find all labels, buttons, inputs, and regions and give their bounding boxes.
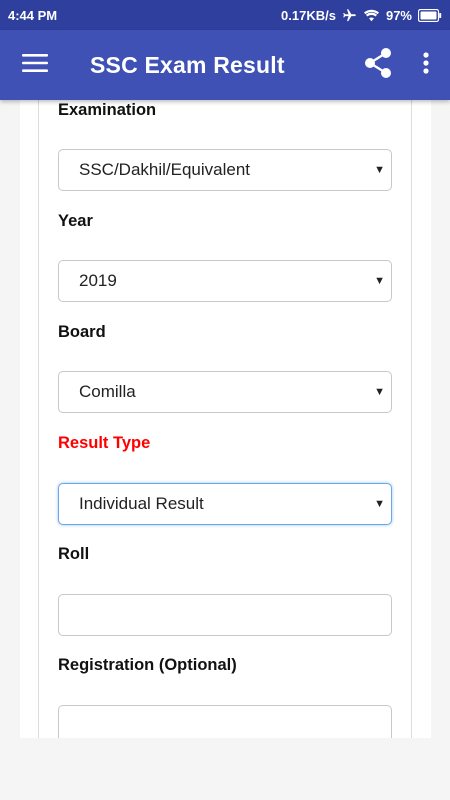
menu-button[interactable] xyxy=(0,30,70,100)
result-type-label: Result Type xyxy=(58,434,151,452)
status-indicators: 0.17KB/s 97% xyxy=(281,8,442,23)
net-speed: 0.17KB/s xyxy=(281,7,336,23)
examination-value: SSC/Dakhil/Equivalent xyxy=(79,160,251,179)
form-content: Examination SSC/Dakhil/Equivalent ▼ Year… xyxy=(0,100,450,738)
bottom-blank-area xyxy=(0,738,450,800)
chevron-down-icon: ▼ xyxy=(374,386,385,398)
share-button[interactable] xyxy=(350,30,406,100)
result-type-select[interactable]: Individual Result ▼ xyxy=(58,483,392,525)
roll-label: Roll xyxy=(58,545,90,563)
battery-percent: 97% xyxy=(385,7,412,23)
battery-icon xyxy=(418,8,442,22)
registration-label: Registration (Optional) xyxy=(58,656,237,674)
chevron-down-icon: ▼ xyxy=(374,164,385,176)
status-time: 4:44 PM xyxy=(8,7,58,23)
more-options-button[interactable] xyxy=(406,30,446,100)
year-value: 2019 xyxy=(79,271,117,290)
page-title: SSC Exam Result xyxy=(90,51,285,78)
form-panel xyxy=(38,100,412,738)
examination-label: Examination xyxy=(58,101,157,119)
board-value: Comilla xyxy=(79,382,136,401)
board-select[interactable]: Comilla ▼ xyxy=(58,371,392,413)
year-label: Year xyxy=(58,212,93,230)
registration-input[interactable] xyxy=(58,705,392,738)
wifi-icon xyxy=(363,8,380,22)
share-icon xyxy=(363,47,393,84)
chevron-down-icon: ▼ xyxy=(374,275,385,287)
roll-input[interactable] xyxy=(58,594,392,636)
app-bar: SSC Exam Result xyxy=(0,30,450,100)
examination-select[interactable]: SSC/Dakhil/Equivalent ▼ xyxy=(58,149,392,191)
status-bar: 4:44 PM 0.17KB/s 97% xyxy=(0,0,450,30)
chevron-down-icon: ▼ xyxy=(374,498,385,510)
result-type-value: Individual Result xyxy=(79,494,204,513)
airplane-icon xyxy=(342,8,357,23)
more-vert-icon xyxy=(423,51,429,79)
year-select[interactable]: 2019 ▼ xyxy=(58,260,392,302)
board-label: Board xyxy=(58,323,106,341)
hamburger-menu-icon xyxy=(22,53,48,78)
